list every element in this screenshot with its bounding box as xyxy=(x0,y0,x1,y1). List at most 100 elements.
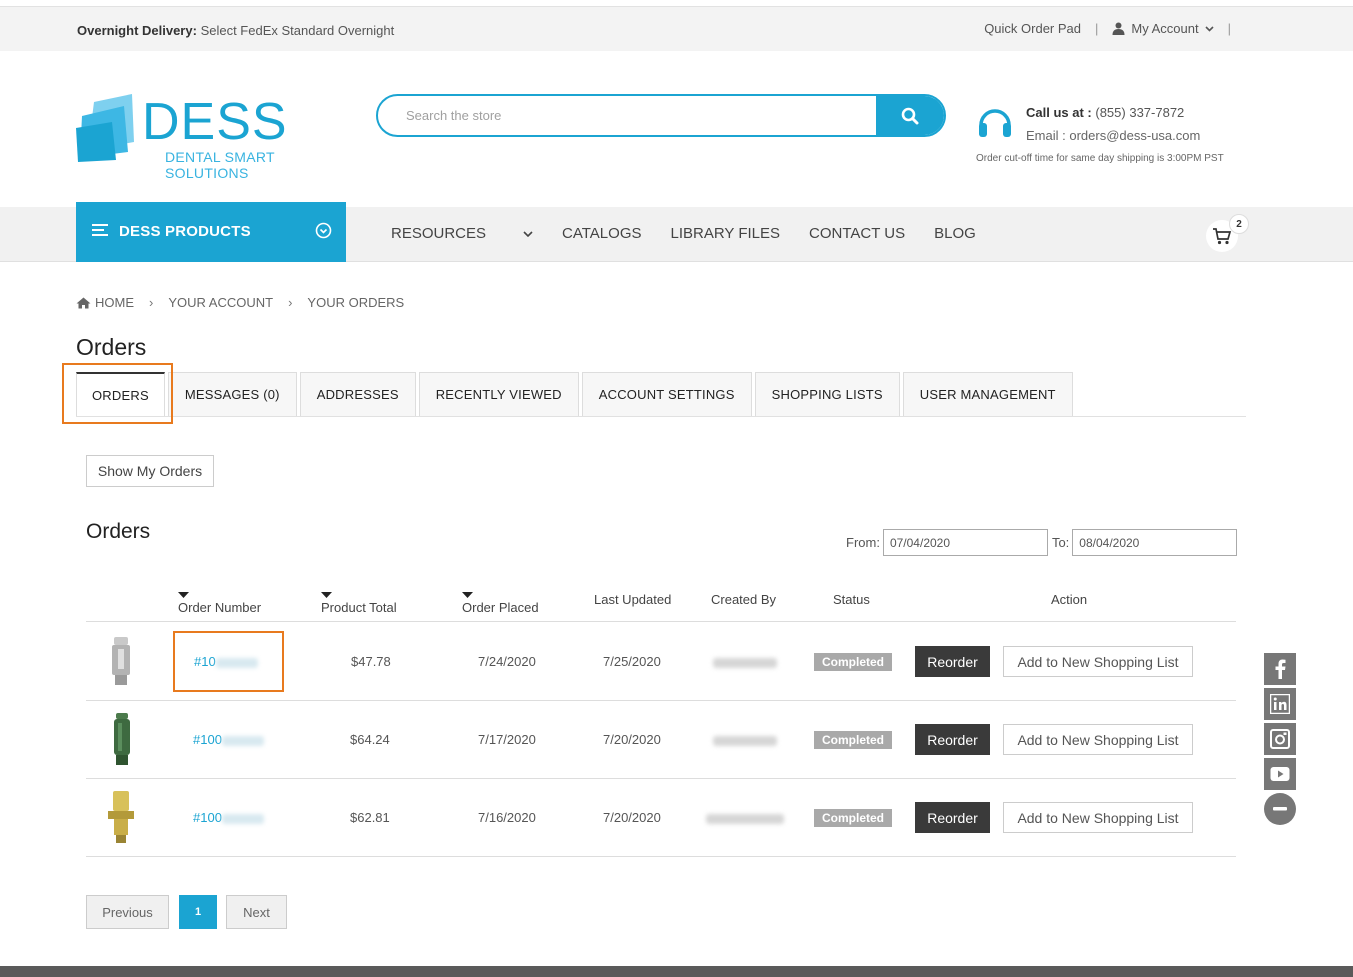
order-number-link[interactable]: #100 xyxy=(193,810,264,825)
page-title: Orders xyxy=(76,334,147,360)
nav-item-contact-us[interactable]: CONTACT US xyxy=(809,225,905,242)
cart-button[interactable]: 2 xyxy=(1206,214,1249,252)
from-date-input[interactable] xyxy=(882,529,1048,556)
cutoff-notice: Order cut-off time for same day shipping… xyxy=(976,153,1224,164)
product-thumbnail-gold-abutment xyxy=(108,791,134,843)
order-placed: 7/16/2020 xyxy=(478,810,536,825)
home-icon xyxy=(76,297,91,308)
call-label: Call us at : xyxy=(1026,105,1092,120)
col-product-total[interactable]: Product Total xyxy=(321,592,397,615)
instagram-link[interactable] xyxy=(1264,723,1296,755)
col-last-updated: Last Updated xyxy=(594,592,672,607)
to-label: To: xyxy=(1051,535,1070,550)
nav-item-resources[interactable]: RESOURCES xyxy=(391,225,533,242)
last-updated: 7/25/2020 xyxy=(603,654,661,669)
to-date-input[interactable] xyxy=(1072,529,1238,556)
sort-down-icon xyxy=(321,592,332,598)
divider: | xyxy=(1095,21,1099,36)
user-icon xyxy=(1112,22,1125,35)
facebook-link[interactable] xyxy=(1264,653,1296,685)
reorder-button[interactable]: Reorder xyxy=(915,646,990,677)
add-to-shopping-list-button[interactable]: Add to New Shopping List xyxy=(1003,646,1193,677)
brand-logo[interactable]: DESS DENTAL SMART SOLUTIONS xyxy=(76,92,348,181)
order-number: #100 xyxy=(193,810,222,825)
tab-account-settings[interactable]: ACCOUNT SETTINGS xyxy=(581,372,752,416)
breadcrumb-separator: › xyxy=(149,295,154,310)
nav-item-library-files[interactable]: LIBRARY FILES xyxy=(671,225,781,242)
my-account-menu[interactable]: My Account xyxy=(1112,21,1214,36)
from-label: From: xyxy=(846,535,880,550)
col-order-placed[interactable]: Order Placed xyxy=(462,592,539,615)
last-updated: 7/20/2020 xyxy=(603,810,661,825)
top-links: Quick Order Pad | My Account | xyxy=(984,21,1245,36)
redacted-order-digits xyxy=(221,813,264,824)
reorder-button[interactable]: Reorder xyxy=(915,724,990,755)
sort-down-icon xyxy=(178,592,189,598)
sort-down-icon xyxy=(462,592,473,598)
nav-item-catalogs[interactable]: CATALOGS xyxy=(562,225,641,242)
brand-tagline: DENTAL SMART SOLUTIONS xyxy=(165,149,275,181)
reorder-button[interactable]: Reorder xyxy=(915,802,990,833)
order-number: #100 xyxy=(193,732,222,747)
search-input[interactable] xyxy=(378,96,878,135)
delivery-text: Select FedEx Standard Overnight xyxy=(200,23,395,38)
quick-order-link[interactable]: Quick Order Pad xyxy=(984,21,1081,36)
col-created-by: Created By xyxy=(711,592,777,607)
email-address[interactable]: orders@dess-usa.com xyxy=(1069,128,1200,143)
top-bar: Overnight Delivery: Select FedEx Standar… xyxy=(0,6,1353,51)
breadcrumb-your-account[interactable]: YOUR ACCOUNT xyxy=(168,295,273,310)
linkedin-link[interactable] xyxy=(1264,688,1296,720)
tab-shopping-lists[interactable]: SHOPPING LISTS xyxy=(754,372,900,416)
phone-number[interactable]: (855) 337-7872 xyxy=(1095,105,1184,120)
orders-table-header: Order Number Product Total Order Placed … xyxy=(86,584,1236,622)
show-my-orders-button[interactable]: Show My Orders xyxy=(86,455,214,487)
status-badge: Completed xyxy=(814,731,892,749)
table-row: #100 $64.24 7/17/2020 7/20/2020 Complete… xyxy=(86,701,1236,779)
my-account-label: My Account xyxy=(1131,21,1199,36)
tab-user-management[interactable]: USER MANAGEMENT xyxy=(902,372,1073,416)
product-total: $64.24 xyxy=(350,732,390,747)
next-page-button[interactable]: Next xyxy=(226,895,287,929)
redacted-order-digits xyxy=(221,735,264,746)
highlight-box-order-number xyxy=(173,631,284,692)
tab-addresses[interactable]: ADDRESSES xyxy=(299,372,416,416)
col-status: Status xyxy=(833,592,870,607)
footer-strip xyxy=(0,966,1353,977)
order-number-link[interactable]: #100 xyxy=(193,732,264,747)
chevron-down-icon xyxy=(1205,25,1214,32)
breadcrumb-home[interactable]: HOME xyxy=(95,295,134,310)
created-by xyxy=(713,732,777,747)
page-1-button[interactable]: 1 xyxy=(179,895,217,929)
facebook-icon xyxy=(1275,659,1286,679)
email-label: Email : xyxy=(1026,128,1066,143)
collapse-social-button[interactable] xyxy=(1264,793,1296,825)
search-bar xyxy=(376,94,946,137)
brand-name: DESS xyxy=(142,93,288,151)
search-button[interactable] xyxy=(876,96,944,135)
chevron-down-icon xyxy=(523,230,533,237)
email-line: Email : orders@dess-usa.com xyxy=(1026,128,1200,143)
nav-item-blog[interactable]: BLOG xyxy=(934,225,976,242)
add-to-shopping-list-button[interactable]: Add to New Shopping List xyxy=(1003,802,1193,833)
table-row: #100 $62.81 7/16/2020 7/20/2020 Complete… xyxy=(86,779,1236,857)
col-product-total-label: Product Total xyxy=(321,600,397,615)
youtube-link[interactable] xyxy=(1264,758,1296,790)
products-menu-button[interactable]: DESS PRODUCTS xyxy=(76,202,346,262)
breadcrumb: HOME › YOUR ACCOUNT › YOUR ORDERS xyxy=(76,295,404,310)
social-sidebar xyxy=(1264,653,1296,825)
menu-icon xyxy=(92,224,108,236)
tab-messages[interactable]: MESSAGES (0) xyxy=(167,372,297,416)
previous-page-button[interactable]: Previous xyxy=(86,895,169,929)
tab-recently-viewed[interactable]: RECENTLY VIEWED xyxy=(418,372,579,416)
logo-mark-icon xyxy=(76,94,134,162)
col-order-number[interactable]: Order Number xyxy=(178,592,261,615)
divider: | xyxy=(1227,21,1231,36)
product-thumbnail-abutment xyxy=(112,637,130,685)
status-badge: Completed xyxy=(814,653,892,671)
minus-icon xyxy=(1273,807,1287,811)
add-to-shopping-list-button[interactable]: Add to New Shopping List xyxy=(1003,724,1193,755)
products-label: DESS PRODUCTS xyxy=(119,223,251,240)
linkedin-icon xyxy=(1270,694,1290,714)
date-range-filter: From: To: xyxy=(846,529,1238,556)
col-order-placed-label: Order Placed xyxy=(462,600,539,615)
